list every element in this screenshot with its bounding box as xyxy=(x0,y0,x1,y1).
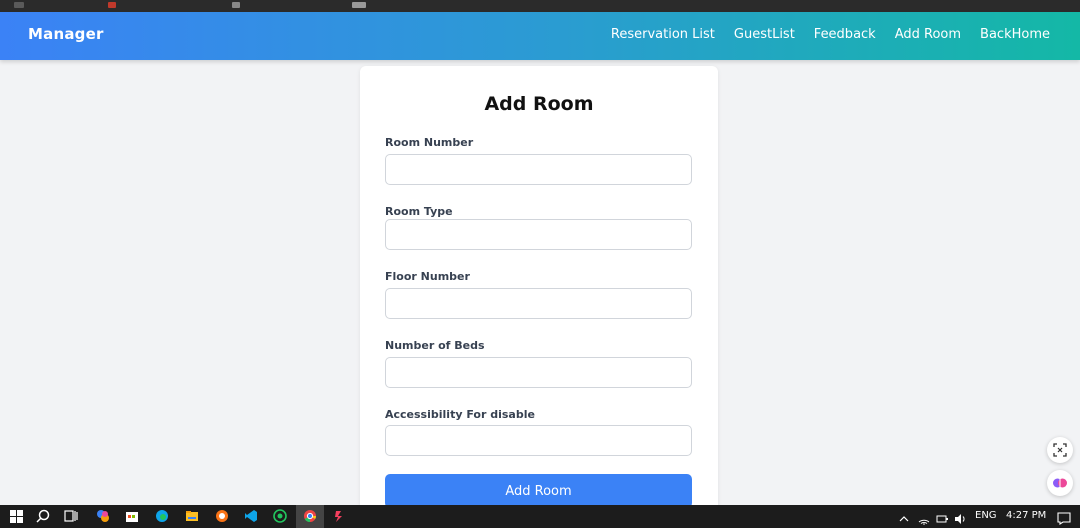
store-icon[interactable] xyxy=(124,508,140,524)
wifi-icon[interactable] xyxy=(918,510,930,525)
nav-link-back-home[interactable]: BackHome xyxy=(980,27,1050,42)
page-title: Add Room xyxy=(484,93,594,115)
chrome-icon[interactable] xyxy=(302,508,318,524)
floor-number-input[interactable] xyxy=(385,288,692,319)
language-indicator[interactable]: ENG xyxy=(975,510,997,521)
copilot-icon[interactable] xyxy=(95,508,111,524)
browser-icon xyxy=(108,2,116,8)
add-room-button[interactable]: Add Room xyxy=(385,474,692,508)
number-of-beds-label: Number of Beds xyxy=(385,339,485,352)
volume-icon[interactable] xyxy=(954,510,966,524)
ai-assistant-button[interactable] xyxy=(1047,470,1073,496)
screen-capture-button[interactable] xyxy=(1047,437,1073,463)
floor-number-label: Floor Number xyxy=(385,270,470,283)
chevron-up-icon[interactable] xyxy=(898,510,910,522)
accessibility-input[interactable] xyxy=(385,425,692,456)
search-icon[interactable] xyxy=(35,508,51,524)
room-type-input[interactable] xyxy=(385,219,692,250)
battery-icon[interactable] xyxy=(936,510,948,523)
edge-icon[interactable] xyxy=(154,508,170,524)
nav-link-feedback[interactable]: Feedback xyxy=(814,27,876,42)
room-type-label: Room Type xyxy=(385,205,453,218)
nav-link-guest-list[interactable]: GuestList xyxy=(734,27,795,42)
browser-top-strip xyxy=(0,0,1080,12)
nav-link-reservation-list[interactable]: Reservation List xyxy=(611,27,715,42)
number-of-beds-input[interactable] xyxy=(385,357,692,388)
browser-icon xyxy=(14,2,24,8)
browser-icon xyxy=(352,2,366,8)
taskbar: ENG 4:27 PM xyxy=(0,505,1080,528)
vscode-icon[interactable] xyxy=(243,508,259,524)
clock[interactable]: 4:27 PM xyxy=(1006,510,1046,521)
whatsapp-icon[interactable] xyxy=(272,508,288,524)
windows-start-icon[interactable] xyxy=(8,508,24,524)
brain-icon xyxy=(1053,478,1067,488)
file-explorer-icon[interactable] xyxy=(184,508,200,524)
app-icon[interactable] xyxy=(331,508,347,524)
add-room-card: Add Room Room Number Room Type Floor Num… xyxy=(360,66,718,516)
room-number-label: Room Number xyxy=(385,136,474,149)
nav-link-add-room[interactable]: Add Room xyxy=(895,27,961,42)
navbar: Manager Reservation List GuestList Feedb… xyxy=(0,12,1080,60)
browser-icon xyxy=(232,2,240,8)
media-icon[interactable] xyxy=(214,508,230,524)
nav-links: Reservation List GuestList Feedback Add … xyxy=(611,27,1050,42)
task-view-icon[interactable] xyxy=(63,508,79,524)
brand-logo[interactable]: Manager xyxy=(28,25,104,43)
capture-icon xyxy=(1053,443,1067,457)
notification-icon[interactable] xyxy=(1057,510,1071,526)
accessibility-label: Accessibility For disable xyxy=(385,408,535,421)
room-number-input[interactable] xyxy=(385,154,692,185)
